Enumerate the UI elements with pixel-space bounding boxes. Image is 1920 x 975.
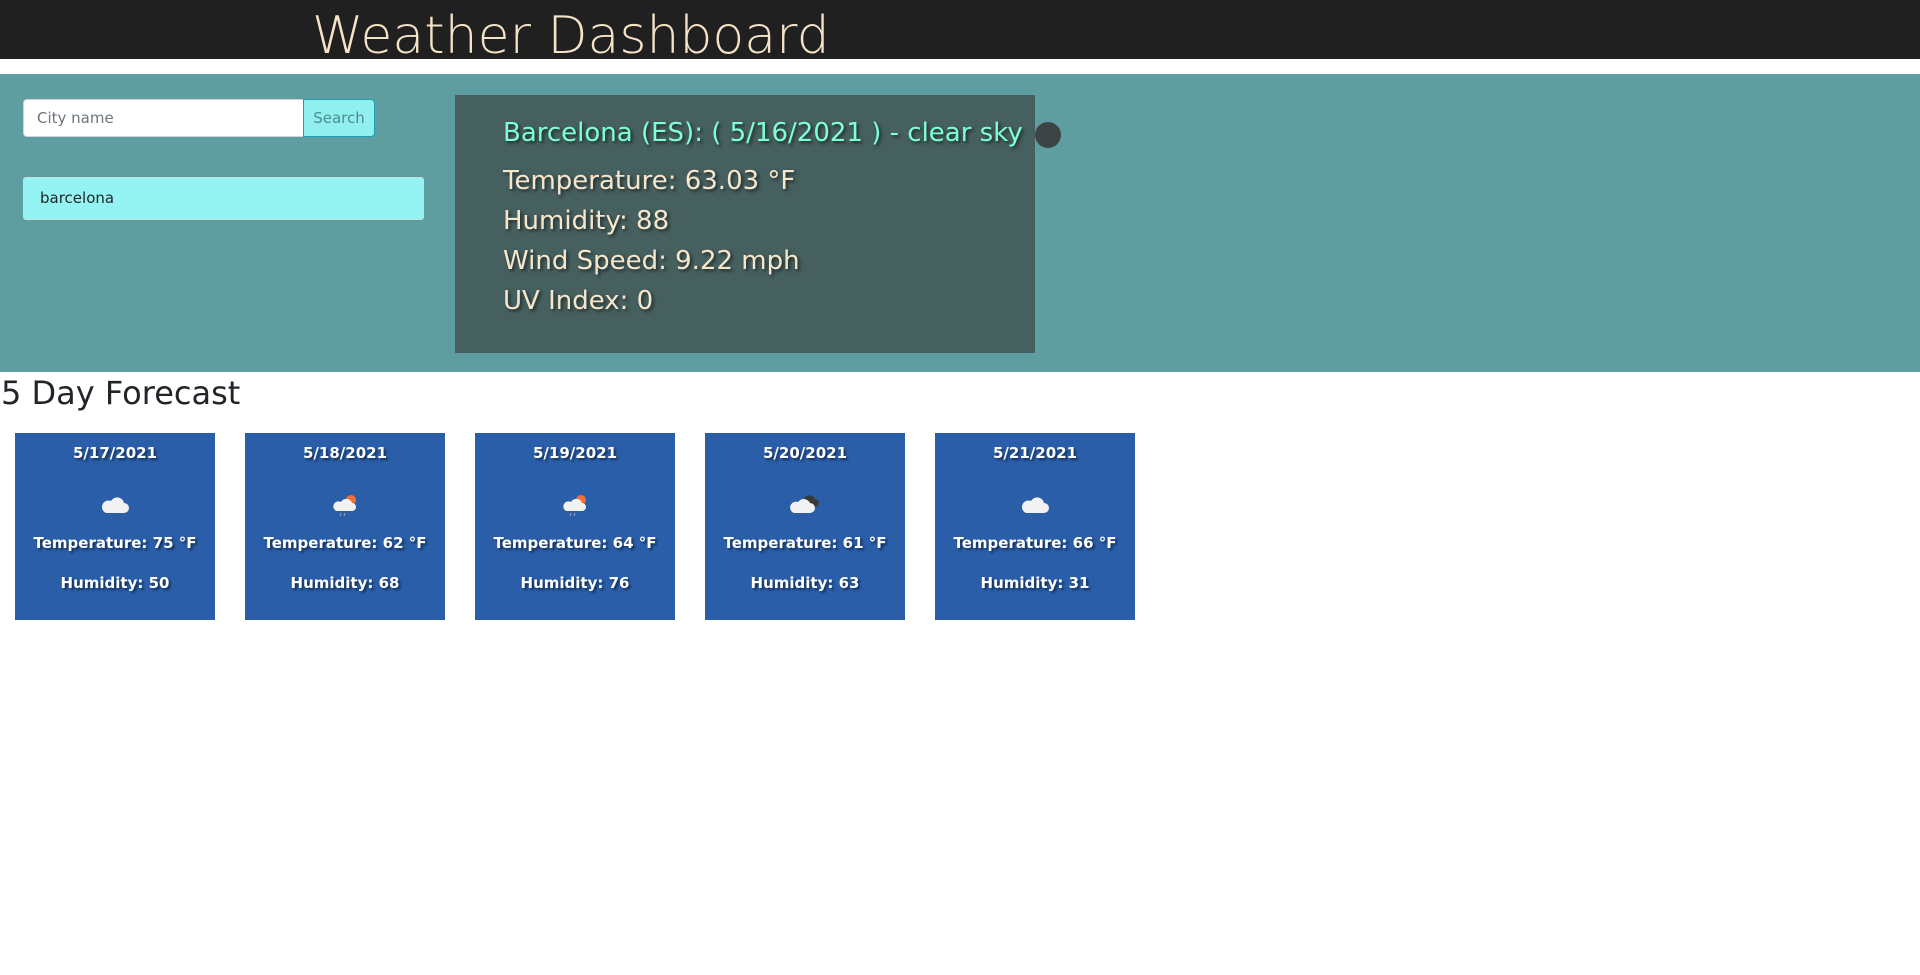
- rain-sun-cloud-icon: [563, 495, 586, 517]
- forecast-date: 5/20/2021: [762, 444, 848, 462]
- forecast-humidity: Humidity: 68: [290, 574, 400, 592]
- weather-icon: [1034, 122, 1061, 148]
- page-header: Weather Dashboard: [0, 0, 1920, 66]
- search-and-current-section: Search barcelona Barcelona (ES): ( 5/16/…: [0, 74, 1920, 372]
- forecast-humidity: Humidity: 76: [520, 574, 630, 592]
- search-form: Search: [23, 99, 375, 137]
- forecast-date: 5/17/2021: [72, 444, 158, 462]
- forecast-temperature: Temperature: 75 °F: [33, 534, 197, 552]
- forecast-humidity: Humidity: 31: [980, 574, 1090, 592]
- current-weather-card: Barcelona (ES): ( 5/16/2021 ) - clear sk…: [455, 95, 1061, 353]
- current-temperature: Temperature: 63.03 °F: [503, 166, 796, 196]
- forecast-title: 5 Day Forecast: [1, 374, 241, 412]
- rain-sun-cloud-icon: [333, 495, 356, 517]
- forecast-card-day-4: 5/20/2021 Temperature: 61 °F Humidity: 6…: [705, 433, 905, 620]
- forecast-card-day-3: 5/19/2021 Temperature: 64 °F Humidity: 7…: [475, 433, 675, 620]
- forecast-card-day-5: 5/21/2021 Temperature: 66 °F Humidity: 3…: [935, 433, 1135, 620]
- broken-clouds-icon: [790, 495, 819, 513]
- cloud-icon: [102, 497, 129, 513]
- current-weather-heading-text: Barcelona (ES): ( 5/16/2021 ) - clear sk…: [503, 118, 1023, 148]
- forecast-humidity: Humidity: 63: [750, 574, 860, 592]
- forecast-card-day-2: 5/18/2021 Temperature: 62 °F Humidity: 6…: [245, 433, 445, 620]
- city-search-input[interactable]: [23, 99, 303, 137]
- search-history-list: barcelona: [23, 177, 424, 220]
- forecast-date: 5/18/2021: [302, 444, 388, 462]
- forecast-temperature: Temperature: 64 °F: [493, 534, 657, 552]
- forecast-humidity: Humidity: 50: [60, 574, 170, 592]
- forecast-card-day-1: 5/17/2021 Temperature: 75 °F Humidity: 5…: [15, 433, 215, 620]
- forecast-date: 5/19/2021: [532, 444, 618, 462]
- forecast-temperature: Temperature: 66 °F: [953, 534, 1117, 552]
- search-button[interactable]: Search: [303, 99, 375, 137]
- current-weather-heading: Barcelona (ES): ( 5/16/2021 ) - clear sk…: [503, 115, 1061, 151]
- current-wind-speed: Wind Speed: 9.22 mph: [503, 246, 800, 276]
- current-humidity: Humidity: 88: [503, 206, 670, 236]
- forecast-temperature: Temperature: 61 °F: [723, 534, 887, 552]
- history-item-barcelona[interactable]: barcelona: [23, 177, 424, 220]
- current-uv-index: UV Index: 0: [503, 286, 654, 316]
- forecast-temperature: Temperature: 62 °F: [263, 534, 427, 552]
- cloud-icon: [1022, 497, 1049, 513]
- page-title: Weather Dashboard: [312, 6, 830, 66]
- forecast-date: 5/21/2021: [992, 444, 1078, 462]
